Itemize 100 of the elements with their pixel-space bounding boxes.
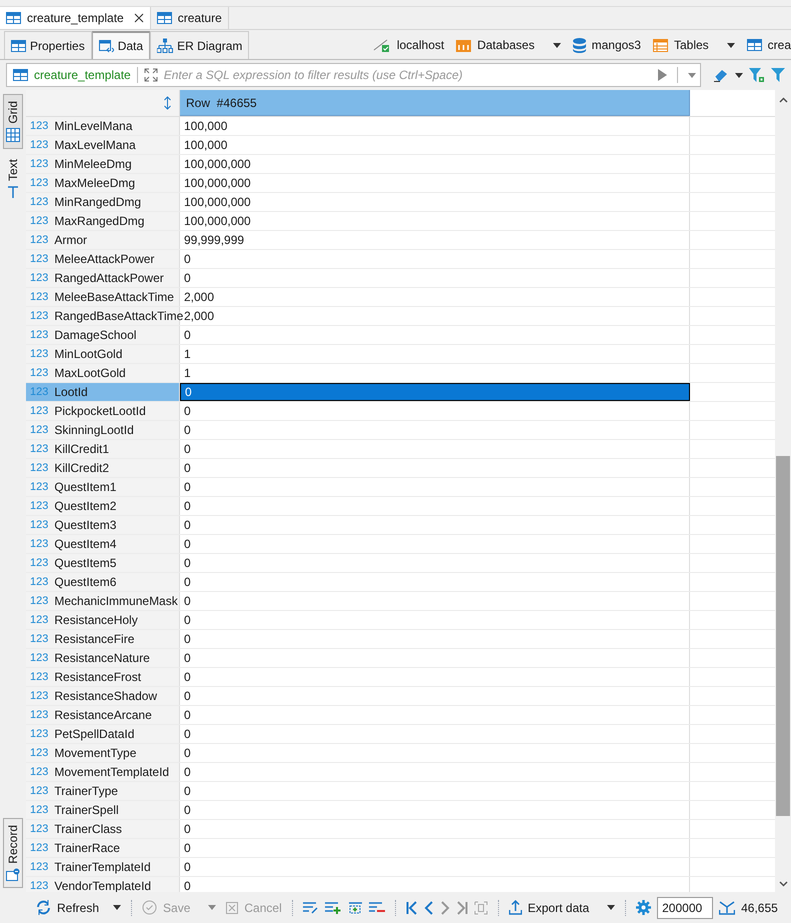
next-icon[interactable] xyxy=(440,900,450,914)
fetch-size-field[interactable]: 200000 xyxy=(657,896,714,918)
filter-input[interactable]: Enter a SQL expression to filter results (use Ctrl+Space) xyxy=(164,66,652,84)
table-cell[interactable]: 100,000,000 xyxy=(180,212,690,230)
row-header[interactable]: 123 MinLevelMana xyxy=(26,117,180,135)
row-header[interactable]: 123 ResistanceHoly xyxy=(26,611,180,629)
table-cell[interactable]: 0 xyxy=(180,706,690,724)
table-cell[interactable]: 0 xyxy=(180,877,690,892)
row-header[interactable]: 123 MechanicImmuneMask xyxy=(26,592,180,610)
caret-icon[interactable] xyxy=(113,905,122,910)
row-header[interactable]: 123 QuestItem2 xyxy=(26,497,180,515)
row-header[interactable]: 123 ResistanceShadow xyxy=(26,687,180,705)
row-header[interactable]: 123 MinRangedDmg xyxy=(26,193,180,211)
filter-icon[interactable] xyxy=(749,68,765,82)
table-cell[interactable]: 0 xyxy=(180,839,690,857)
last-page-icon[interactable] xyxy=(456,900,468,914)
breadcrumb-item[interactable]: Databases xyxy=(452,36,561,54)
close-icon[interactable] xyxy=(134,13,144,23)
table-cell[interactable]: 0 xyxy=(180,421,690,439)
table-cell[interactable]: 0 xyxy=(180,535,690,553)
row-header[interactable]: 123 MaxMeleeDmg xyxy=(26,174,180,192)
view-tab[interactable]: ER Diagram xyxy=(150,31,250,59)
row-header[interactable]: 123 QuestItem6 xyxy=(26,573,180,591)
table-cell[interactable]: 100,000,000 xyxy=(180,193,690,211)
previous-icon[interactable] xyxy=(424,900,434,914)
row-header[interactable]: 123 TrainerType xyxy=(26,782,180,800)
side-tab[interactable]: Record xyxy=(3,818,23,888)
row-header[interactable]: 123 PickpocketLootId xyxy=(26,402,180,420)
table-cell[interactable]: 0 xyxy=(180,326,690,344)
row-header[interactable]: 123 SkinningLootId xyxy=(26,421,180,439)
table-cell[interactable]: 100,000 xyxy=(180,117,690,135)
column-header[interactable]: Row #46655 xyxy=(180,90,690,116)
expand-icon[interactable] xyxy=(144,68,158,82)
breadcrumb-item[interactable]: crea xyxy=(742,36,791,54)
play-icon[interactable] xyxy=(658,69,667,81)
edit-rows-icon[interactable] xyxy=(302,902,319,914)
row-header[interactable]: 123 KillCredit2 xyxy=(26,459,180,477)
row-header[interactable]: 123 TrainerSpell xyxy=(26,801,180,819)
row-header[interactable]: 123 ResistanceFire xyxy=(26,630,180,648)
scrollbar-thumb[interactable] xyxy=(776,456,790,816)
table-cell[interactable]: 0 xyxy=(180,744,690,762)
row-header[interactable]: 123 MeleeAttackPower xyxy=(26,250,180,268)
table-cell[interactable]: 0 xyxy=(180,440,690,458)
row-header[interactable]: 123 QuestItem1 xyxy=(26,478,180,496)
row-header[interactable]: 123 MinMeleeDmg xyxy=(26,155,180,173)
first-page-icon[interactable] xyxy=(406,900,418,914)
table-cell[interactable]: 0 xyxy=(180,459,690,477)
table-cell[interactable]: 0 xyxy=(180,858,690,876)
row-header[interactable]: 123 MinLootGold xyxy=(26,345,180,363)
row-header[interactable]: 123 TrainerClass xyxy=(26,820,180,838)
table-cell[interactable]: 1 xyxy=(180,345,690,363)
table-cell[interactable]: 0 xyxy=(180,630,690,648)
row-header[interactable]: 123 QuestItem3 xyxy=(26,516,180,534)
table-cell[interactable]: 0 xyxy=(180,497,690,515)
row-header[interactable]: 123 MaxRangedDmg xyxy=(26,212,180,230)
table-cell[interactable]: 0 xyxy=(180,763,690,781)
row-header[interactable]: 123 QuestItem4 xyxy=(26,535,180,553)
delete-row-icon[interactable] xyxy=(368,902,385,914)
table-cell[interactable]: 99,999,999 xyxy=(180,231,690,249)
scroll-up-icon[interactable] xyxy=(778,97,788,103)
table-cell[interactable]: 0 xyxy=(180,269,690,287)
editor-tab[interactable]: creature xyxy=(150,7,229,29)
side-tab[interactable]: Text xyxy=(3,152,23,205)
table-cell[interactable]: 0 xyxy=(180,782,690,800)
row-header[interactable]: 123 MovementTemplateId xyxy=(26,763,180,781)
row-header[interactable]: 123 Armor xyxy=(26,231,180,249)
caret-icon[interactable] xyxy=(726,42,735,48)
row-header[interactable]: 123 TrainerRace xyxy=(26,839,180,857)
row-header[interactable]: 123 ResistanceNature xyxy=(26,649,180,667)
table-cell[interactable]: 100,000,000 xyxy=(180,174,690,192)
caret-icon[interactable] xyxy=(607,905,616,910)
table-cell[interactable]: 0 xyxy=(180,687,690,705)
row-header[interactable]: 123 MaxLevelMana xyxy=(26,136,180,154)
breadcrumb-item[interactable]: mangos3 xyxy=(568,36,641,54)
editor-tab[interactable]: creature_template xyxy=(0,7,151,29)
row-header[interactable]: 123 PetSpellDataId xyxy=(26,725,180,743)
row-header[interactable]: 123 LootId xyxy=(26,383,180,401)
breadcrumb-item[interactable]: Tables xyxy=(648,36,735,54)
row-header[interactable]: 123 KillCredit1 xyxy=(26,440,180,458)
table-cell[interactable]: 0 xyxy=(180,649,690,667)
row-header[interactable]: 123 MeleeBaseAttackTime xyxy=(26,288,180,306)
table-cell[interactable]: 2,000 xyxy=(180,288,690,306)
refresh-button[interactable]: Refresh xyxy=(36,898,100,916)
row-header[interactable]: 123 MaxLootGold xyxy=(26,364,180,382)
filter-field[interactable]: creature_template Enter a SQL expression to filter results (use Ctrl+Space) xyxy=(6,63,701,87)
row-header[interactable]: 123 ResistanceFrost xyxy=(26,668,180,686)
table-cell[interactable]: 100,000 xyxy=(180,136,690,154)
table-cell[interactable]: 0 xyxy=(180,725,690,743)
row-header[interactable]: 123 TrainerTemplateId xyxy=(26,858,180,876)
table-cell[interactable]: 0 xyxy=(180,820,690,838)
caret-icon[interactable] xyxy=(552,42,561,48)
sort-icon[interactable] xyxy=(164,96,171,110)
table-cell[interactable]: 0 xyxy=(180,573,690,591)
view-tab[interactable]: Properties xyxy=(4,31,92,59)
eraser-icon[interactable] xyxy=(713,68,729,82)
breadcrumb-item[interactable]: localhost xyxy=(368,36,444,54)
side-tab[interactable]: Grid xyxy=(3,94,23,149)
row-header[interactable]: 123 QuestItem5 xyxy=(26,554,180,572)
row-header[interactable]: 123 MovementType xyxy=(26,744,180,762)
table-cell[interactable]: 100,000,000 xyxy=(180,155,690,173)
